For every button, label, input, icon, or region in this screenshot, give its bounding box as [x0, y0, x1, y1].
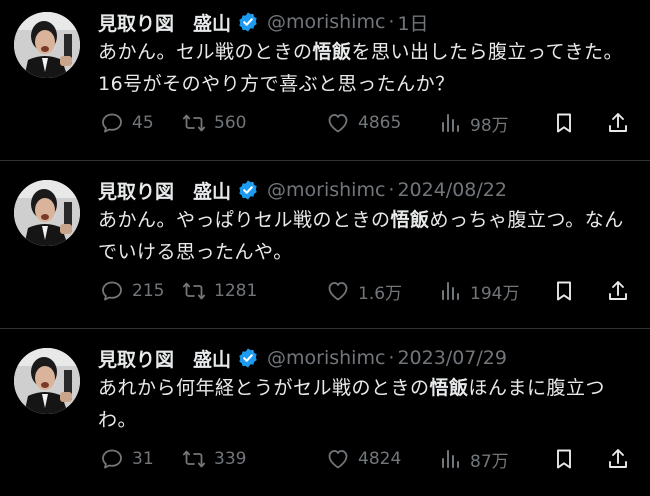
action-bar: 45 560 4865 98万: [98, 108, 638, 138]
reply-icon: [100, 111, 124, 135]
views-button[interactable]: 87万: [438, 444, 509, 474]
like-count: 1.6万: [358, 283, 403, 304]
share-button[interactable]: [606, 108, 630, 138]
avatar-photo: [14, 180, 80, 246]
action-bar: 215 1281 1.6万 194万: [98, 276, 638, 306]
reply-count: 31: [132, 449, 154, 469]
like-count: 4865: [358, 113, 402, 133]
tweet-text-bold: 悟飯: [390, 209, 430, 231]
share-button[interactable]: [606, 444, 630, 474]
divider: [0, 160, 650, 161]
retweet-button[interactable]: 339: [182, 444, 246, 474]
views-count: 87万: [470, 451, 509, 472]
post-date[interactable]: 2023/07/29: [397, 347, 507, 369]
handle[interactable]: @morishimc: [267, 179, 385, 201]
display-name[interactable]: 見取り図 盛山: [98, 177, 231, 204]
like-icon: [326, 111, 350, 135]
tweet-text-bold: 悟飯: [429, 377, 469, 399]
share-icon: [606, 111, 630, 135]
bookmark-icon: [552, 447, 576, 471]
tweet-text: あかん。やっぱりセル戦のときの悟飯めっちゃ腹立つ。なんでいける思ったんや。: [98, 204, 628, 268]
tweet-text: あかん。セル戦のときの悟飯を思い出したら腹立ってきた。16号がそのやり方で喜ぶと…: [98, 36, 628, 100]
share-button[interactable]: [606, 276, 630, 306]
like-button[interactable]: 4865: [326, 108, 401, 138]
tweet-text-bold: 悟飯: [312, 41, 352, 63]
retweet-button[interactable]: 1281: [182, 276, 257, 306]
like-icon: [326, 447, 350, 471]
tweet-text-part: あかん。セル戦のときの: [98, 41, 313, 63]
separator-dot: ·: [388, 347, 395, 369]
views-icon: [438, 447, 462, 471]
share-icon: [606, 279, 630, 303]
retweet-count: 1281: [214, 281, 258, 301]
avatar[interactable]: [14, 180, 80, 246]
tweet-text-part: あかん。やっぱりセル戦のときの: [98, 209, 391, 231]
retweet-count: 560: [214, 113, 247, 133]
views-icon: [438, 279, 462, 303]
retweet-button[interactable]: 560: [182, 108, 246, 138]
bookmark-icon: [552, 279, 576, 303]
avatar-photo: [14, 12, 80, 78]
verified-badge-icon: [237, 179, 259, 201]
avatar-photo: [14, 348, 80, 414]
retweet-icon: [182, 447, 206, 471]
display-name[interactable]: 見取り図 盛山: [98, 9, 231, 36]
reply-count: 45: [132, 113, 154, 133]
avatar[interactable]: [14, 12, 80, 78]
like-icon: [326, 279, 350, 303]
bookmark-button[interactable]: [552, 444, 576, 474]
reply-button[interactable]: 31: [100, 444, 154, 474]
action-bar: 31 339 4824 87万: [98, 444, 638, 474]
views-button[interactable]: 98万: [438, 108, 509, 138]
separator-dot: ·: [388, 11, 395, 33]
reply-button[interactable]: 45: [100, 108, 154, 138]
verified-badge-icon: [237, 11, 259, 33]
tweet-text-part: あれから何年経とうがセル戦のときの: [98, 377, 430, 399]
reply-icon: [100, 279, 124, 303]
handle[interactable]: @morishimc: [267, 347, 385, 369]
views-count: 194万: [470, 283, 520, 304]
separator-dot: ·: [388, 179, 395, 201]
share-icon: [606, 447, 630, 471]
like-count: 4824: [358, 449, 402, 469]
retweet-count: 339: [214, 449, 247, 469]
bookmark-button[interactable]: [552, 276, 576, 306]
avatar[interactable]: [14, 348, 80, 414]
post-date[interactable]: 1日: [397, 9, 428, 36]
post-date[interactable]: 2024/08/22: [397, 179, 507, 201]
divider: [0, 328, 650, 329]
reply-count: 215: [132, 281, 165, 301]
reply-button[interactable]: 215: [100, 276, 164, 306]
bookmark-button[interactable]: [552, 108, 576, 138]
verified-badge-icon: [237, 347, 259, 369]
bookmark-icon: [552, 111, 576, 135]
like-button[interactable]: 4824: [326, 444, 401, 474]
reply-icon: [100, 447, 124, 471]
views-button[interactable]: 194万: [438, 276, 519, 306]
tweet[interactable]: 見取り図 盛山 @morishimc · 2024/08/22 あかん。やっぱり…: [0, 168, 650, 328]
like-button[interactable]: 1.6万: [326, 276, 402, 306]
retweet-icon: [182, 111, 206, 135]
tweet[interactable]: 見取り図 盛山 @morishimc · 1日 あかん。セル戦のときの悟飯を思い…: [0, 0, 650, 160]
views-count: 98万: [470, 115, 509, 136]
views-icon: [438, 111, 462, 135]
display-name[interactable]: 見取り図 盛山: [98, 345, 231, 372]
tweet[interactable]: 見取り図 盛山 @morishimc · 2023/07/29 あれから何年経と…: [0, 336, 650, 496]
retweet-icon: [182, 279, 206, 303]
tweet-text: あれから何年経とうがセル戦のときの悟飯ほんまに腹立つわ。: [98, 372, 628, 436]
handle[interactable]: @morishimc: [267, 11, 385, 33]
